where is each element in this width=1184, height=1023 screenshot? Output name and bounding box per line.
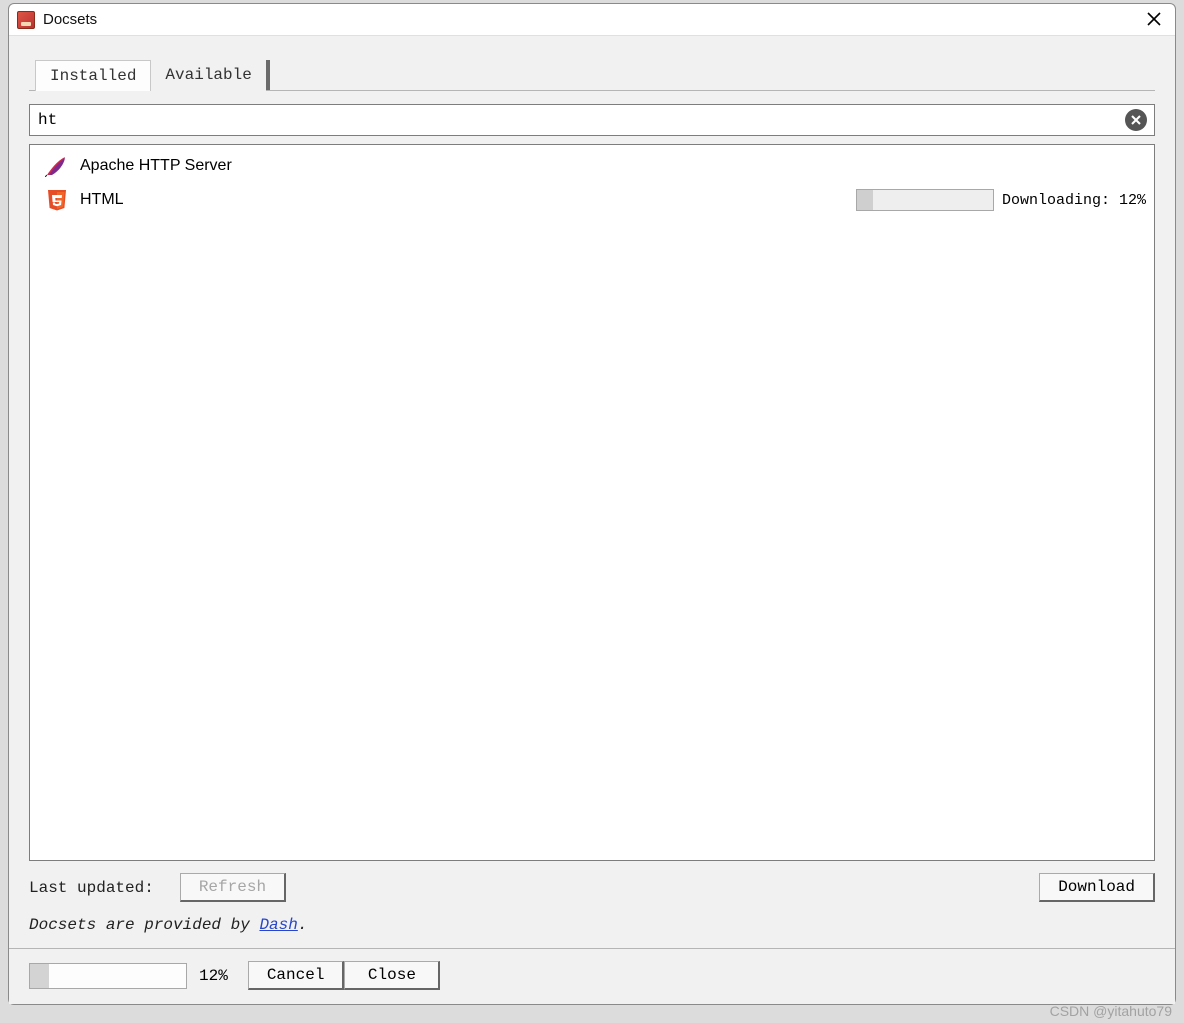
provided-by-text: Docsets are provided by Dash. xyxy=(29,908,1155,948)
cancel-button[interactable]: Cancel xyxy=(248,961,345,990)
refresh-button[interactable]: Refresh xyxy=(180,873,286,902)
list-item-label: HTML xyxy=(80,191,124,209)
download-status: Downloading: 12% xyxy=(1000,192,1148,209)
last-updated-label: Last updated: xyxy=(29,879,154,897)
list-item[interactable]: HTML Downloading: 12% xyxy=(30,183,1154,217)
list-item[interactable]: Apache HTTP Server xyxy=(30,149,1154,183)
tab-installed[interactable]: Installed xyxy=(35,60,151,91)
search-input[interactable] xyxy=(29,104,1155,136)
clear-search-icon[interactable] xyxy=(1125,109,1147,131)
tab-available[interactable]: Available xyxy=(151,60,265,91)
list-item-label: Apache HTTP Server xyxy=(80,157,232,175)
window-title: Docsets xyxy=(43,11,1143,28)
result-list[interactable]: Apache HTTP Server HTML xyxy=(29,144,1155,861)
download-button[interactable]: Download xyxy=(1039,873,1155,902)
html5-icon xyxy=(44,188,70,212)
percent-label: 12% xyxy=(199,967,228,985)
bottom-bar: 12% Cancel Close xyxy=(9,948,1175,1004)
footer-row: Last updated: Refresh Download xyxy=(29,861,1155,908)
docsets-window: Docsets Installed Available xyxy=(8,3,1176,1005)
tab-strip: Installed Available xyxy=(35,60,1155,91)
tab-divider xyxy=(266,60,270,90)
download-progress xyxy=(856,189,994,211)
titlebar: Docsets xyxy=(9,4,1175,36)
watermark-text: CSDN @yitahuto79 xyxy=(1050,1003,1172,1019)
search-row xyxy=(29,104,1155,136)
body-area: Installed Available xyxy=(9,36,1175,1004)
bottom-progress xyxy=(29,963,187,989)
close-button[interactable]: Close xyxy=(344,961,440,990)
apache-feather-icon xyxy=(44,154,70,178)
close-icon[interactable] xyxy=(1143,11,1165,29)
dash-link[interactable]: Dash xyxy=(259,916,297,934)
tab-panel: Apache HTTP Server HTML xyxy=(29,90,1155,948)
app-icon xyxy=(17,11,35,29)
